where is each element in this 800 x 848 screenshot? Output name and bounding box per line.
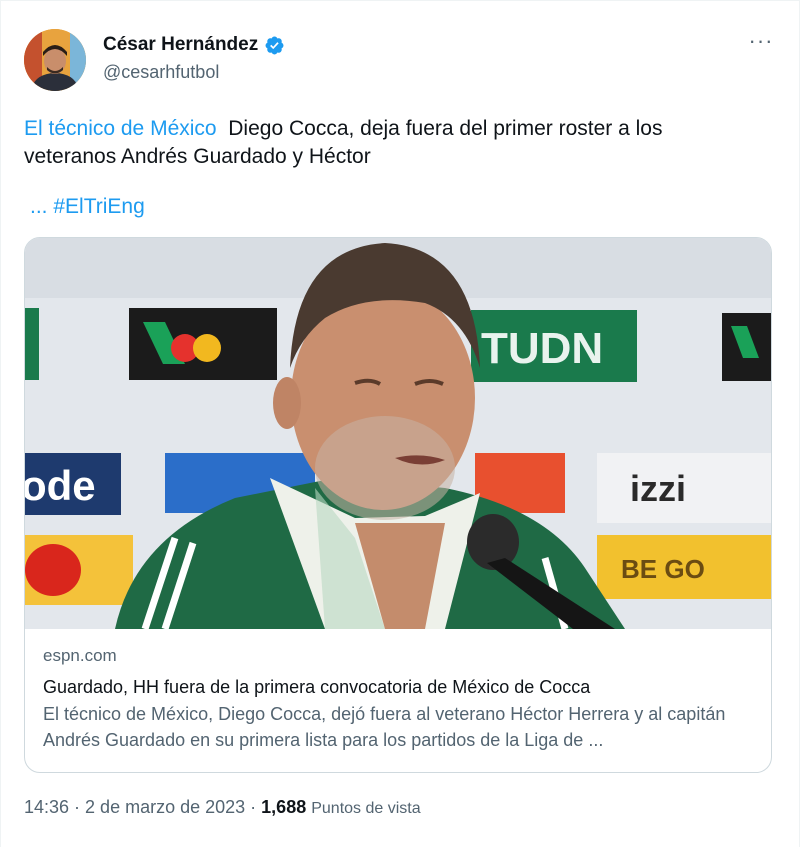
views-count: 1,688 [261,797,307,817]
views-label: Puntos de vista [311,800,421,817]
tweet-footer: 14:36 · 2 de marzo de 2023 · 1,688 Punto… [24,797,421,818]
card-domain: espn.com [43,646,117,665]
avatar[interactable] [24,29,86,91]
card-image[interactable]: TUDN ode izzi BE GO [25,238,771,629]
avatar-image [24,29,86,91]
link-card[interactable]: TUDN ode izzi BE GO espn.com Guardado, H… [24,237,772,773]
sponsor-tudn: TUDN [481,324,603,373]
more-options-icon[interactable]: ··· [746,30,776,58]
tweet-text: El técnico de México Diego Cocca, deja f… [24,115,744,171]
footer-separator: · [74,797,81,817]
tweet-time[interactable]: 14:36 [24,797,69,818]
card-title[interactable]: Guardado, HH fuera de la primera convoca… [43,676,753,698]
sponsor-ode: ode [25,462,96,509]
sponsor-izzi: izzi [630,468,686,509]
card-meta: espn.com Guardado, HH fuera de la primer… [43,646,753,753]
author-name-row[interactable]: César Hernández [103,34,285,56]
verified-badge-icon [265,36,284,54]
sponsor-bego: BE GO [621,554,705,584]
hashtag-link[interactable]: ... #ElTriEng [30,195,145,219]
footer-separator: · [250,797,257,817]
author-name[interactable]: César Hernández [103,34,258,56]
card-description: El técnico de México, Diego Cocca, dejó … [43,704,726,750]
author-handle[interactable]: @cesarhfutbol [103,62,219,83]
tweet-link[interactable]: El técnico de México [24,117,217,140]
tweet-date[interactable]: 2 de marzo de 2023 [85,797,245,818]
